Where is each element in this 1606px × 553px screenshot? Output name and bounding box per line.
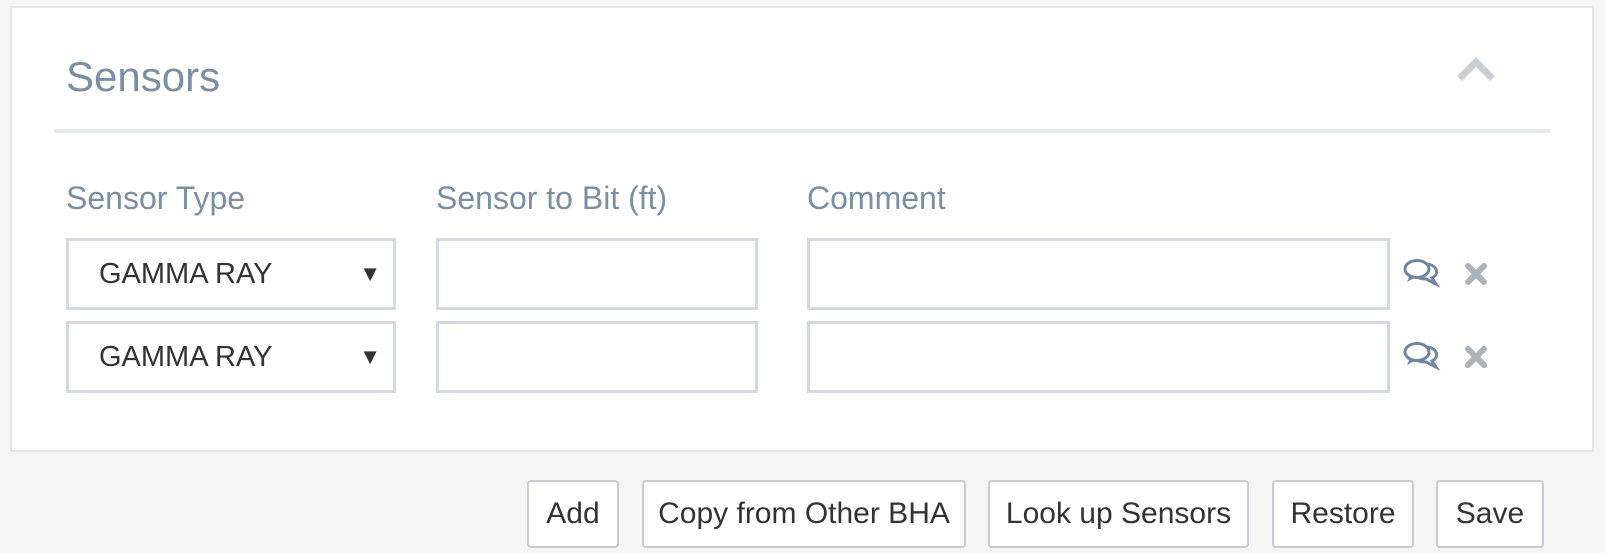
column-header-sensor-to-bit: Sensor to Bit (ft) <box>436 180 668 216</box>
column-header-sensor-type: Sensor Type <box>66 180 246 216</box>
close-icon <box>1465 263 1487 285</box>
comment-toggle-button[interactable] <box>1402 254 1442 294</box>
sensor-type-select[interactable]: GAMMA RAY ▼ <box>66 238 396 310</box>
restore-button[interactable]: Restore <box>1272 480 1414 548</box>
collapse-button[interactable] <box>1454 48 1498 88</box>
chevron-up-icon <box>1457 57 1495 81</box>
sensor-to-bit-input[interactable] <box>436 321 758 393</box>
comment-toggle-button[interactable] <box>1402 337 1442 377</box>
chevron-down-icon: ▼ <box>359 261 381 286</box>
sensor-type-value: GAMMA RAY <box>99 258 273 290</box>
panel-title: Sensors <box>66 53 221 100</box>
header-divider <box>54 129 1550 133</box>
look-up-sensors-button[interactable]: Look up Sensors <box>988 480 1249 548</box>
copy-from-other-bha-button[interactable]: Copy from Other BHA <box>642 480 966 548</box>
sensor-type-select[interactable]: GAMMA RAY ▼ <box>66 321 396 393</box>
chevron-down-icon: ▼ <box>359 344 381 369</box>
comments-icon <box>1403 342 1441 371</box>
remove-row-button[interactable] <box>1456 337 1496 377</box>
sensor-type-value: GAMMA RAY <box>99 341 273 373</box>
save-button[interactable]: Save <box>1436 480 1544 548</box>
remove-row-button[interactable] <box>1456 254 1496 294</box>
add-button[interactable]: Add <box>527 480 619 548</box>
close-icon <box>1465 346 1487 368</box>
sensors-panel: Sensors Sensor Type Sensor to Bit (ft) C… <box>10 6 1594 452</box>
column-header-comment: Comment <box>807 180 946 216</box>
comment-input[interactable] <box>807 321 1390 393</box>
comment-input[interactable] <box>807 238 1390 310</box>
sensor-to-bit-input[interactable] <box>436 238 758 310</box>
comments-icon <box>1403 259 1441 288</box>
